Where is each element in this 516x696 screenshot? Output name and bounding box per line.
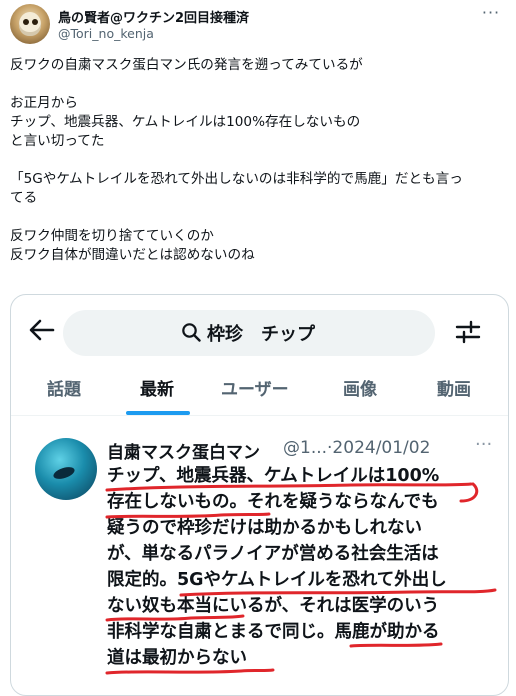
embedded-text-line: 非科学な自粛とまるで同じ。馬鹿が助かる <box>107 622 440 642</box>
fish-silhouette-graphic <box>51 464 77 482</box>
embedded-author-name: 自粛マスク蛋白マン <box>107 443 260 463</box>
post-line <box>10 75 510 94</box>
filter-settings-icon <box>455 320 481 344</box>
author-handle[interactable]: @Tori_no_kenja <box>58 26 154 41</box>
embedded-text-line: 存在しないもの。それを疑うならなんでも <box>107 492 439 512</box>
post-line <box>10 208 510 227</box>
screenshot-embedded-post: 自粛マスク蛋白マン @1...·2024/01/02 ··· チップ、地震兵器、… <box>11 416 508 695</box>
post-line: 反ワク自体が間違いだとは認めないのね <box>10 247 255 263</box>
more-options-icon[interactable]: ··· <box>480 4 502 26</box>
screenshot-search-query: 枠珍 チップ <box>207 324 315 345</box>
post-line: お正月から <box>10 95 78 111</box>
post-line: てる <box>10 190 38 206</box>
screenshot-top-bar: 枠珍 チップ <box>11 295 508 373</box>
embedded-text-line: 限定的。5Gやケムトレイルを恐れて外出し <box>107 570 447 590</box>
screenshot-tab-latest: 最新 <box>140 380 174 400</box>
post-line: チップ、地震兵器、ケムトレイルは100%存在しないもの <box>10 114 361 130</box>
screenshot-tab-top: 話題 <box>47 380 81 400</box>
attached-screenshot-image[interactable]: 枠珍 チップ 話題 最新 ユーザー 画像 動画 自粛マスク蛋白マン @1...·… <box>10 294 509 696</box>
screenshot-tab-users: ユーザー <box>221 380 289 400</box>
owl-eye-right <box>32 19 38 25</box>
embedded-text-line: チップ、地震兵器、ケムトレイルは100% <box>107 466 440 486</box>
screenshot-tab-images: 画像 <box>343 380 377 400</box>
post-line: 「5Gやケムトレイルを恐れて外出しないのは非科学的で馬鹿」だとも言っ <box>10 171 463 187</box>
post-line: と言い切ってた <box>10 133 105 149</box>
owl-face-graphic <box>19 12 41 36</box>
screenshot-search-field: 枠珍 チップ <box>63 310 435 356</box>
post-body: 反ワクの自粛マスク蛋白マン氏の発言を遡ってみているが お正月から チップ、地震兵… <box>10 56 510 265</box>
post-header: 鳥の賢者@ワクチン2回目接種済 @Tori_no_kenja ··· <box>10 4 506 48</box>
author-avatar[interactable] <box>10 4 50 44</box>
owl-eye-left <box>23 19 29 25</box>
screenshot-tab-bar: 話題 最新 ユーザー 画像 動画 <box>11 373 508 416</box>
search-icon <box>182 323 201 342</box>
back-arrow-icon <box>29 319 55 341</box>
post-line: 反ワクの自粛マスク蛋白マン氏の発言を遡ってみているが <box>10 57 363 73</box>
post-line: 反ワク仲間を切り捨てていくのか <box>10 228 214 244</box>
post-line <box>10 151 510 170</box>
embedded-post-text: チップ、地震兵器、ケムトレイルは100% 存在しないもの。それを疑うならなんでも… <box>107 463 507 671</box>
active-tab-indicator <box>126 411 190 415</box>
embedded-handle-date: @1...·2024/01/02 <box>283 438 431 458</box>
embedded-text-line: が、単なるパラノイアが営める社会生活は <box>107 544 439 564</box>
screenshot-tab-videos: 動画 <box>437 380 471 400</box>
embedded-text-line: 疑うので枠珍だけは助かるかもしれない <box>107 518 422 538</box>
embedded-text-line: 道は最初からない <box>107 648 247 668</box>
embedded-more-icon: ··· <box>475 434 493 455</box>
embedded-text-line: ない奴も本当にいるが、それは医学のいう <box>107 596 440 616</box>
embedded-author-avatar <box>35 438 97 500</box>
author-display-name[interactable]: 鳥の賢者@ワクチン2回目接種済 <box>58 7 249 26</box>
